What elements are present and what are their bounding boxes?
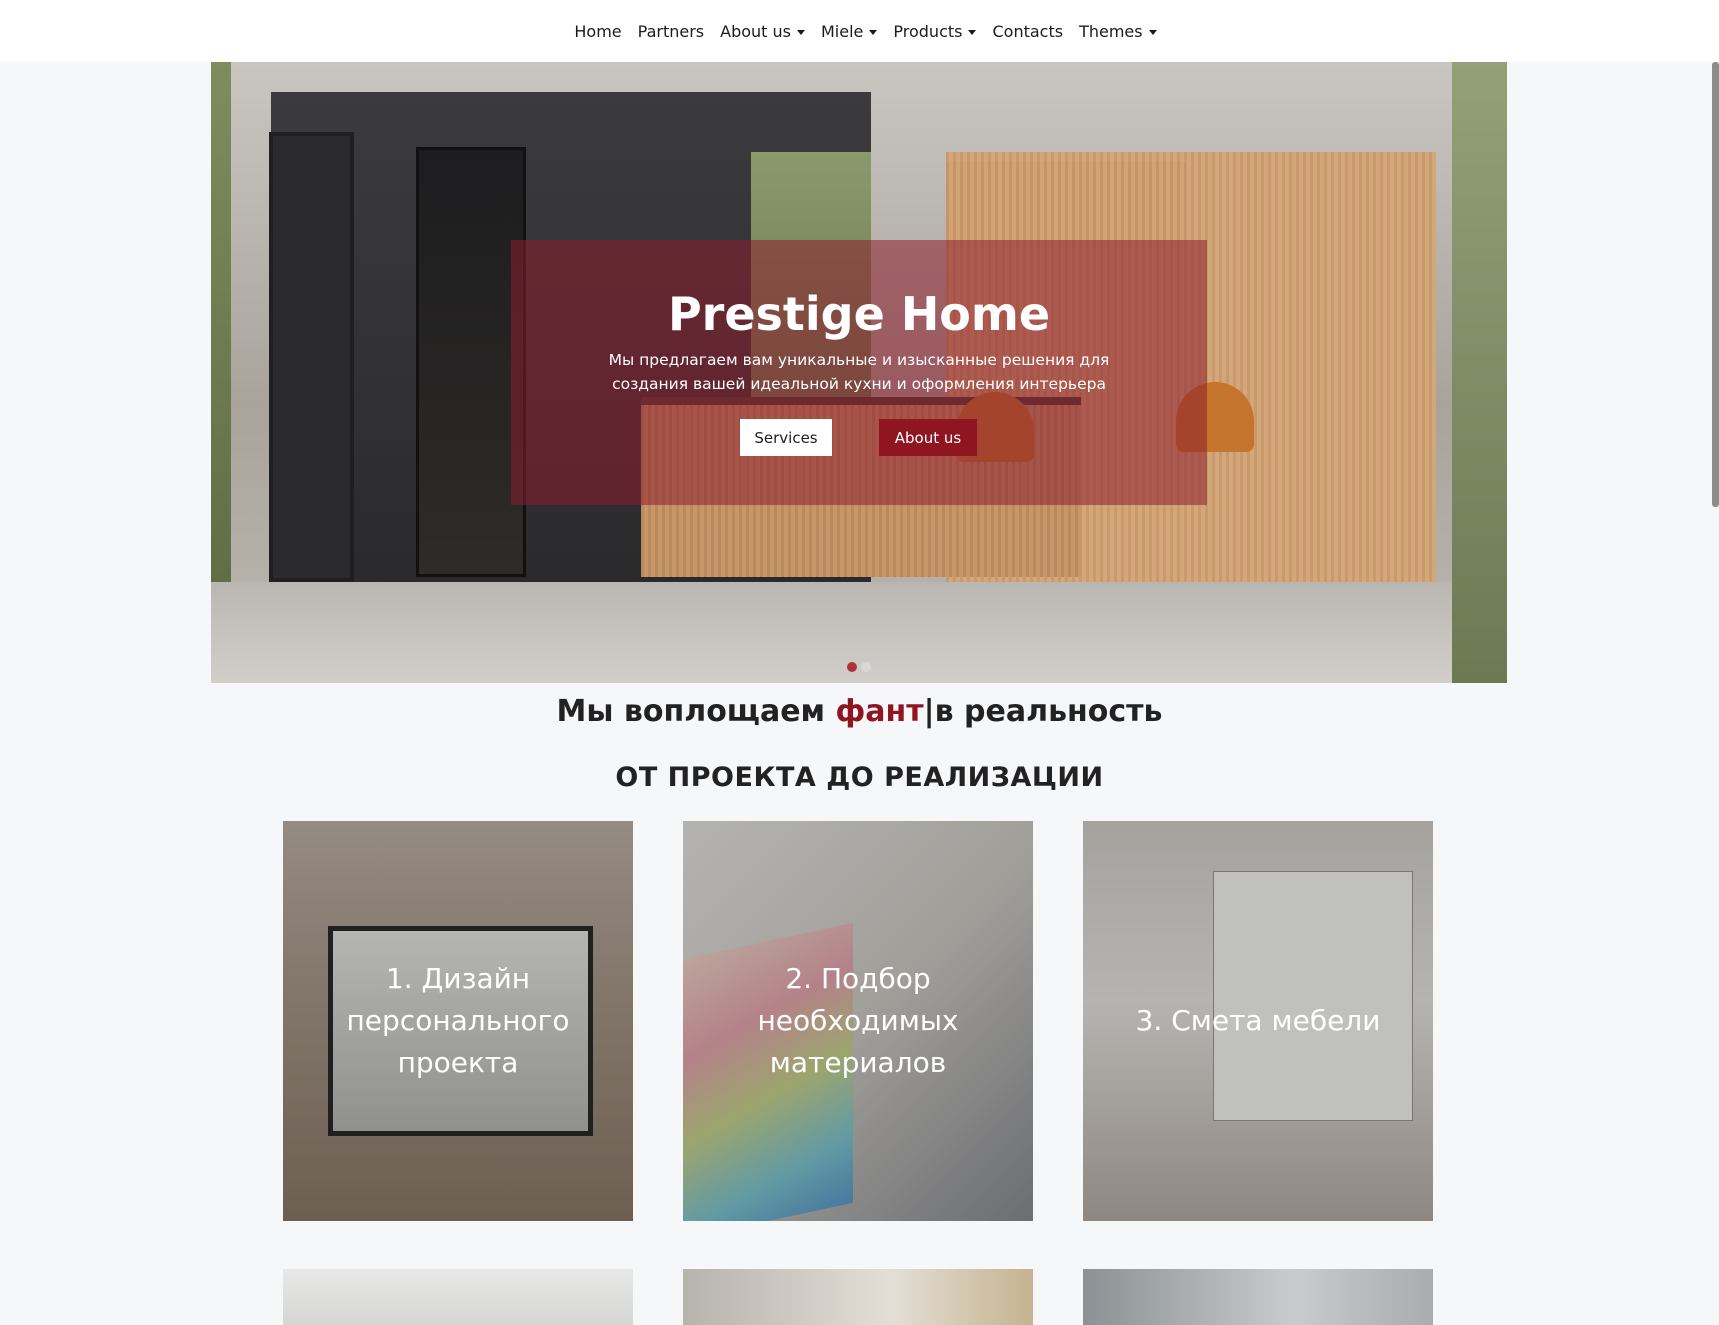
step-card-partial[interactable]: [683, 1269, 1033, 1325]
card-label-line: 3. Смета мебели: [1135, 1004, 1381, 1037]
hero-subtitle: Мы предлагаем вам уникальные и изысканны…: [608, 351, 1110, 393]
card-label-line: 2. Подбор: [785, 962, 931, 995]
hero-carousel: Prestige Home Мы предлагаем вам уникальн…: [211, 62, 1507, 683]
step-card-design[interactable]: 1. Дизайн персонального проекта: [283, 821, 633, 1221]
hero-image-right-window: [1452, 62, 1507, 683]
nav-item-products[interactable]: Products: [893, 22, 977, 41]
hero-image-shelf: [269, 132, 354, 582]
carousel-dot-1[interactable]: [847, 662, 857, 672]
nav-item-contacts[interactable]: Contacts: [992, 22, 1063, 41]
card-label-line: персонального: [346, 1004, 570, 1037]
hero-image-glass-cabinet: [416, 147, 526, 577]
step-card-materials[interactable]: 2. Подбор необходимых материалов: [683, 821, 1033, 1221]
card-label-line: необходимых: [757, 1004, 959, 1037]
page-scrollbar[interactable]: [1712, 62, 1719, 507]
hero-image-upper-cabinets: [946, 162, 1186, 247]
nav-item-themes[interactable]: Themes: [1079, 22, 1157, 41]
nav-item-partners[interactable]: Partners: [638, 22, 704, 41]
nav-item-about-us[interactable]: About us: [720, 22, 805, 41]
step-card-partial[interactable]: [283, 1269, 633, 1325]
card-label-line: 1. Дизайн: [385, 962, 531, 995]
tagline-typed-word: фант: [835, 694, 924, 729]
hero-title: Prestige Home: [667, 287, 1051, 341]
step-card-partial[interactable]: [1083, 1269, 1433, 1325]
tagline-text-before: Мы воплощаем: [556, 694, 836, 729]
caret-down-icon: [1148, 29, 1157, 35]
nav-item-miele[interactable]: Miele: [821, 22, 878, 41]
carousel-indicators: [211, 662, 1507, 672]
nav-item-home[interactable]: Home: [574, 22, 621, 41]
card-label-line: проекта: [397, 1046, 519, 1079]
section-title: ОТ ПРОЕКТА ДО РЕАЛИЗАЦИИ: [615, 762, 1104, 793]
services-button[interactable]: Services: [740, 419, 832, 456]
nav-menu: Home Partners About us Miele Products Co…: [574, 22, 1157, 41]
caret-down-icon: [797, 29, 805, 35]
carousel-dot-2[interactable]: [861, 662, 871, 672]
tagline: Мы воплощаем фант|в реальность: [0, 694, 1719, 729]
caret-down-icon: [869, 29, 878, 35]
top-navbar: Home Partners About us Miele Products Co…: [0, 0, 1719, 62]
step-card-estimate[interactable]: 3. Смета мебели: [1083, 821, 1433, 1221]
tagline-text-after: |в реальность: [923, 694, 1163, 729]
card-label-line: материалов: [769, 1046, 947, 1079]
about-us-button[interactable]: About us: [879, 419, 977, 456]
caret-down-icon: [968, 29, 977, 35]
